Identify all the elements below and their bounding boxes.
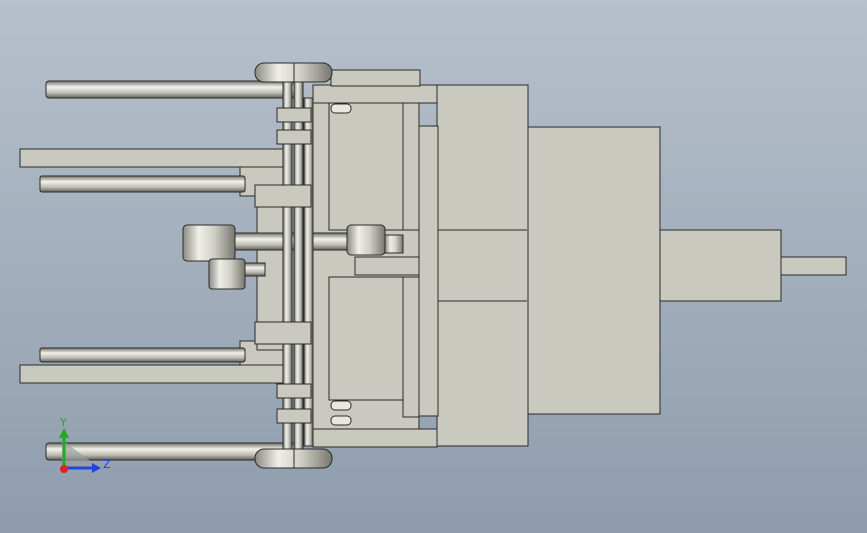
frame-plate <box>418 125 439 417</box>
rod-top <box>45 80 297 99</box>
arm-lower <box>19 364 286 384</box>
plate-inset-bottom <box>328 276 404 401</box>
roller-left <box>182 224 236 262</box>
triad-y-label: Y <box>59 416 67 429</box>
bolt-slot-bottom-2 <box>330 415 352 426</box>
roller-left-lower <box>208 258 246 290</box>
collar-1 <box>276 107 312 123</box>
frame-top-bar <box>330 69 421 87</box>
end-block-right <box>436 84 529 447</box>
rod-upper-thin <box>39 175 246 193</box>
roller-right-cap <box>384 234 404 254</box>
motor-housing <box>526 126 661 415</box>
plate-edge-top <box>402 102 420 231</box>
collar-3 <box>254 321 312 345</box>
collar-5 <box>276 408 312 424</box>
motor-shaft <box>780 256 847 276</box>
guide-bar <box>354 256 420 276</box>
bolt-slot-top <box>330 103 352 114</box>
cad-drawing: Y Z <box>0 0 867 533</box>
bolt-slot-bottom-1 <box>330 400 352 411</box>
rod-lower-thin <box>39 347 246 363</box>
roller-right <box>346 224 386 256</box>
cad-viewport[interactable]: Y Z <box>0 0 867 533</box>
plate-edge-bottom <box>402 276 420 418</box>
collar-2 <box>276 129 312 145</box>
collar-6 <box>254 184 312 208</box>
collar-4 <box>276 383 312 399</box>
arm-upper <box>19 148 286 168</box>
triad-z-label: Z <box>103 458 111 471</box>
frame-top-rail <box>312 84 438 104</box>
plate-inset-top <box>328 102 404 231</box>
frame-bottom-rail <box>312 428 438 448</box>
triad-origin <box>60 465 68 473</box>
